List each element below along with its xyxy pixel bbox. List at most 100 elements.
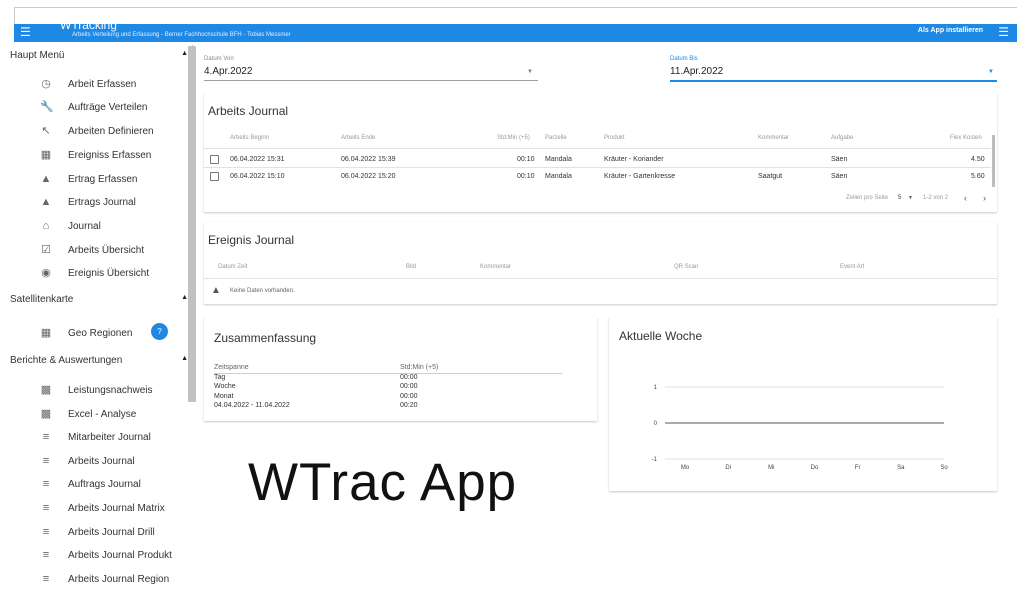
column-header[interactable]: Std:Min (+5) (497, 135, 530, 141)
row-checkbox[interactable] (210, 155, 219, 164)
chevron-down-icon[interactable]: ▼ (527, 69, 533, 75)
cell-produkt: Kräuter - Koriander (604, 156, 664, 163)
column-header[interactable]: Bild (406, 264, 416, 270)
caret-up-icon[interactable]: ▲ (181, 50, 188, 57)
menu-icon[interactable]: ☰ (998, 25, 1009, 39)
sidebar-item-auftrags-journal[interactable]: ≡ Auftrags Journal (14, 476, 194, 498)
sidebar-item-label: Arbeiten Definieren (68, 126, 154, 137)
column-header[interactable]: Kommentar (758, 135, 789, 141)
sidebar-item-arbeits-journal-region[interactable]: ≡ Arbeits Journal Region (14, 571, 194, 593)
date-from-label: Datum Von (204, 56, 234, 62)
table-scrollbar[interactable] (992, 135, 995, 187)
zusammenfassung-card: Zusammenfassung Zeitspanne Std:Min (+5) … (204, 317, 597, 421)
card-title: Zusammenfassung (214, 331, 317, 345)
chevron-left-icon[interactable]: ‹ (964, 193, 967, 203)
section-label: Haupt Menü (10, 50, 65, 61)
column-header[interactable]: Arbeits Beginn (230, 135, 269, 141)
arrow-icon: ↖ (41, 125, 51, 137)
x-tick-label: Do (811, 465, 819, 471)
sidebar-item-excel-analyse[interactable]: ▩ Excel - Analyse (14, 406, 194, 428)
summary-value: 00:00 (400, 374, 418, 381)
install-app-button[interactable]: Als App installieren (918, 27, 983, 34)
cell-parzelle: Mandala (545, 173, 572, 180)
empty-state-text: Keine Daten vorhanden. (230, 288, 295, 294)
column-header[interactable]: Flex Kosten (950, 135, 982, 141)
list-icon: ≡ (42, 573, 50, 585)
sidebar-item-journal[interactable]: ⌂ Journal (14, 218, 194, 240)
cell-start: 06.04.2022 15:31 (230, 156, 285, 163)
bar-chart-icon: ▩ (40, 384, 52, 396)
y-tick-label: -1 (652, 457, 658, 463)
card-title: Arbeits Journal (208, 104, 289, 118)
overlay-caption: WTrac App (248, 453, 518, 512)
arbeits-journal-card: Arbeits Journal Arbeits Beginn Arbeits E… (204, 93, 997, 212)
cell-duration: 00:10 (517, 173, 535, 180)
chevron-right-icon[interactable]: › (983, 193, 986, 203)
rows-per-page-label: Zeilen pro Seite (846, 195, 889, 201)
row-checkbox[interactable] (210, 172, 219, 181)
summary-value: 00:00 (400, 393, 418, 400)
list-icon: ≡ (42, 431, 50, 443)
sidebar-item-ereigniss-erfassen[interactable]: ▦ Ereigniss Erfassen (14, 147, 194, 169)
sidebar-item-label: Excel - Analyse (68, 409, 137, 420)
camera-plus-icon: ▦ (40, 149, 52, 161)
y-tick-label: 0 (654, 421, 658, 427)
sidebar-item-ereignis-uebersicht[interactable]: ◉ Ereignis Übersicht (14, 265, 194, 287)
clipboard-check-icon: ☑ (41, 244, 51, 256)
sidebar-item-label: Ertrags Journal (68, 197, 136, 208)
y-tick-label: 1 (654, 385, 658, 391)
section-label: Satellitenkarte (10, 294, 74, 305)
help-icon[interactable]: ? (151, 323, 168, 340)
sidebar-item-ertrag-erfassen[interactable]: ▲ Ertrag Erfassen (14, 171, 194, 193)
sidebar-item-arbeits-journal-drill[interactable]: ≡ Arbeits Journal Drill (14, 524, 194, 546)
list-icon: ≡ (42, 526, 50, 538)
clock-icon: ◷ (41, 78, 51, 90)
column-header[interactable]: Produkt (604, 135, 625, 141)
caret-up-icon[interactable]: ▲ (181, 355, 188, 362)
rows-per-page-select[interactable]: 5 (898, 195, 901, 201)
date-to-label: Datum Bis (670, 56, 698, 62)
wrench-icon: 🔧 (40, 101, 54, 113)
sidebar-item-label: Ereigniss Erfassen (68, 150, 152, 161)
summary-label: Woche (214, 383, 236, 390)
column-header[interactable]: Arbeits Ende (341, 135, 375, 141)
caret-up-icon[interactable]: ▲ (181, 294, 188, 301)
sidebar-scrollbar[interactable] (188, 46, 196, 402)
column-header[interactable]: Event Art (840, 264, 864, 270)
sidebar-item-label: Arbeits Journal Drill (68, 527, 155, 538)
chevron-down-icon[interactable]: ▼ (908, 195, 913, 201)
sidebar-item-auftraege-verteilen[interactable]: 🔧 Aufträge Verteilen (14, 99, 194, 121)
app-title: WTracking (60, 18, 117, 32)
sidebar-item-arbeits-journal-produkt[interactable]: ≡ Arbeits Journal Produkt (14, 547, 194, 569)
sidebar-item-arbeiten-definieren[interactable]: ↖ Arbeiten Definieren (14, 123, 194, 145)
date-to-input[interactable]: 11.Apr.2022 (670, 66, 723, 77)
sidebar-item-mitarbeiter-journal[interactable]: ≡ Mitarbeiter Journal (14, 429, 194, 451)
x-tick-label: So (940, 465, 948, 471)
sidebar-item-arbeits-uebersicht[interactable]: ☑ Arbeits Übersicht (14, 242, 194, 264)
x-tick-label: Fr (855, 465, 861, 471)
divider (214, 373, 562, 374)
chevron-down-icon[interactable]: ▼ (988, 69, 994, 75)
x-tick-label: Mi (768, 465, 774, 471)
column-header[interactable]: QR Scan (674, 264, 698, 270)
sidebar-item-arbeits-journal[interactable]: ≡ Arbeits Journal (14, 453, 194, 475)
sidebar-item-label: Arbeits Journal Produkt (68, 550, 172, 561)
hamburger-icon[interactable]: ☰ (20, 25, 31, 39)
list-icon: ≡ (42, 502, 50, 514)
sidebar-item-ertrags-journal[interactable]: ▲ Ertrags Journal (14, 194, 194, 216)
summary-value: 00:00 (400, 383, 418, 390)
sidebar-item-leistungsnachweis[interactable]: ▩ Leistungsnachweis (14, 382, 194, 404)
summary-label: Tag (214, 374, 226, 381)
column-header[interactable]: Datum Zeit (218, 264, 247, 270)
date-to-underline (670, 80, 997, 82)
cell-kommentar: Saatgut (758, 173, 783, 180)
sidebar-item-geo-regionen[interactable]: ▦ Geo Regionen ? (14, 323, 194, 347)
date-from-input[interactable]: 4.Apr.2022 (204, 66, 252, 77)
summary-label: Monat (214, 393, 234, 400)
column-header[interactable]: Aufgabe (831, 135, 853, 141)
sidebar-item-arbeit-erfassen[interactable]: ◷ Arbeit Erfassen (14, 76, 194, 98)
column-header[interactable]: Parzelle (545, 135, 567, 141)
sidebar-item-label: Arbeit Erfassen (68, 79, 137, 90)
column-header[interactable]: Kommentar (480, 264, 511, 270)
sidebar-item-arbeits-journal-matrix[interactable]: ≡ Arbeits Journal Matrix (14, 500, 194, 522)
